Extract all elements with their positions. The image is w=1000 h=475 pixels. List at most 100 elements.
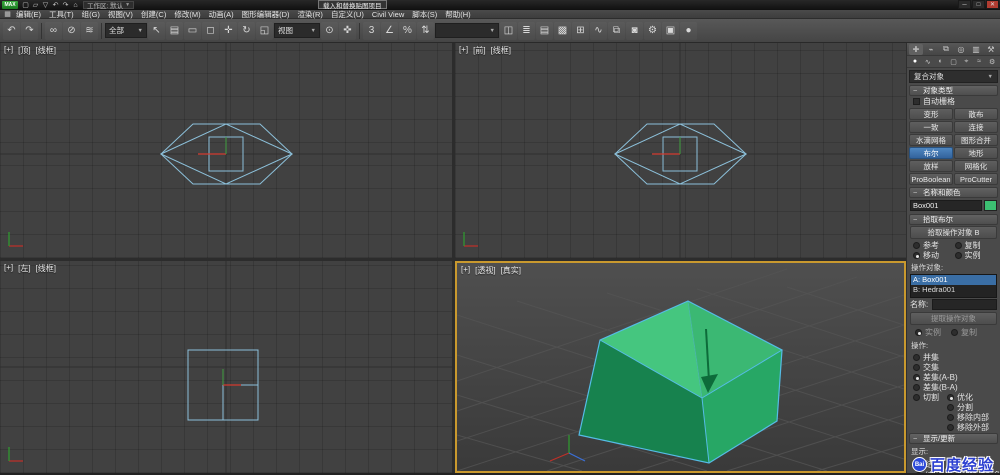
- menu-item[interactable]: 动画(A): [205, 10, 238, 19]
- subtraction-ba-radio[interactable]: 差集(B-A): [913, 382, 994, 392]
- menu-item[interactable]: 修改(M): [170, 10, 204, 19]
- align-icon[interactable]: ≣: [518, 22, 535, 40]
- viewport-menu-shading[interactable]: [线框]: [36, 263, 56, 274]
- save-file-icon[interactable]: ▽: [41, 1, 50, 10]
- rollout-pick-boolean[interactable]: − 拾取布尔: [909, 214, 998, 225]
- selection-region-icon[interactable]: ▭: [184, 22, 201, 40]
- new-scene-icon[interactable]: ▢: [21, 1, 30, 10]
- use-pivot-center-icon[interactable]: ⊙: [321, 22, 338, 40]
- project-folder-icon[interactable]: ⌂: [71, 1, 80, 10]
- viewport-menu-shading[interactable]: [线框]: [36, 45, 56, 56]
- render-icon[interactable]: ●: [680, 22, 697, 40]
- redo-icon[interactable]: ↷: [61, 1, 70, 10]
- menu-item[interactable]: 帮助(H): [441, 10, 474, 19]
- select-and-move-icon[interactable]: ✛: [220, 22, 237, 40]
- material-editor-icon[interactable]: ◙: [626, 22, 643, 40]
- select-by-name-icon[interactable]: ▤: [166, 22, 183, 40]
- menu-item[interactable]: 自定义(U): [327, 10, 368, 19]
- category-space-warps[interactable]: ≈: [973, 58, 985, 65]
- connect-button[interactable]: 连接: [954, 121, 998, 133]
- menu-item[interactable]: 创建(C): [137, 10, 170, 19]
- tab-hierarchy[interactable]: ⧉: [939, 44, 953, 55]
- select-and-link-icon[interactable]: ∞: [45, 22, 62, 40]
- subtraction-ab-radio[interactable]: 差集(A-B): [913, 372, 994, 382]
- menu-item[interactable]: 图形编辑器(D): [238, 10, 294, 19]
- menu-item[interactable]: 视图(V): [104, 10, 137, 19]
- bind-to-space-warp-icon[interactable]: ≋: [81, 22, 98, 40]
- operands-list[interactable]: A: Box001B: Hedra001: [910, 274, 997, 298]
- reference-radio[interactable]: 参考: [913, 240, 953, 250]
- select-object-icon[interactable]: ↖: [148, 22, 165, 40]
- operand-name-input[interactable]: [932, 299, 997, 310]
- operand-a[interactable]: A: Box001: [911, 275, 996, 285]
- open-file-icon[interactable]: ▱: [31, 1, 40, 10]
- scene-explorer-icon[interactable]: ⊞: [572, 22, 589, 40]
- close-button[interactable]: ✕: [986, 0, 999, 9]
- shapemerge-button[interactable]: 图形合并: [954, 134, 998, 146]
- tab-utilities[interactable]: ⚒: [984, 44, 998, 55]
- viewport-menu-plus[interactable]: [+]: [461, 265, 470, 276]
- category-shapes[interactable]: ∿: [922, 58, 934, 66]
- select-and-scale-icon[interactable]: ◱: [256, 22, 273, 40]
- copy-radio[interactable]: 复制: [955, 240, 995, 250]
- tab-modify[interactable]: ⌁: [924, 44, 938, 55]
- morph-button[interactable]: 变形: [909, 108, 953, 120]
- viewport-perspective[interactable]: [+] [透视] [真实]: [455, 261, 906, 473]
- category-helpers[interactable]: ⌖: [960, 58, 972, 66]
- procutter-button[interactable]: ProCutter: [954, 173, 998, 185]
- rollout-display-update[interactable]: − 显示/更新: [909, 433, 998, 444]
- intersection-radio[interactable]: 交集: [913, 362, 994, 372]
- viewport-menu-shading[interactable]: [真实]: [501, 265, 521, 276]
- boolean-button[interactable]: 布尔: [909, 147, 953, 159]
- schematic-view-icon[interactable]: ⧉: [608, 22, 625, 40]
- viewport-menu-plus[interactable]: [+]: [459, 45, 468, 56]
- viewport-menu-plus[interactable]: [+]: [4, 45, 13, 56]
- spinner-snap-icon[interactable]: ⇅: [417, 22, 434, 40]
- category-geometry[interactable]: ●: [909, 58, 921, 65]
- select-and-rotate-icon[interactable]: ↻: [238, 22, 255, 40]
- menu-item[interactable]: 渲染(R): [294, 10, 327, 19]
- percent-snap-icon[interactable]: %: [399, 22, 416, 40]
- viewport-menu-view[interactable]: [透视]: [475, 265, 495, 276]
- undo-icon[interactable]: ↶: [51, 1, 60, 10]
- terrain-button[interactable]: 地形: [954, 147, 998, 159]
- conform-button[interactable]: 一致: [909, 121, 953, 133]
- blobmesh-button[interactable]: 水滴网格: [909, 134, 953, 146]
- redo-icon[interactable]: ↷: [21, 22, 38, 40]
- minimize-button[interactable]: ─: [958, 0, 971, 9]
- menu-item[interactable]: 编辑(E): [12, 10, 45, 19]
- scatter-button[interactable]: 散布: [954, 108, 998, 120]
- extract-instance-radio[interactable]: 实例: [915, 327, 941, 337]
- viewport-menu-plus[interactable]: [+]: [4, 263, 13, 274]
- reference-coordinate-combo[interactable]: 视图 ▼: [274, 23, 320, 38]
- workspace-combo[interactable]: 工作区: 默认 ▼: [83, 1, 134, 9]
- refine-radio[interactable]: 优化: [947, 392, 994, 402]
- render-setup-icon[interactable]: ⚙: [644, 22, 661, 40]
- union-radio[interactable]: 并集: [913, 352, 994, 362]
- tab-motion[interactable]: ◎: [954, 44, 968, 55]
- autogrid-checkbox[interactable]: [913, 98, 920, 105]
- mirror-icon[interactable]: ◫: [500, 22, 517, 40]
- angle-snap-icon[interactable]: ∠: [381, 22, 398, 40]
- select-and-manipulate-icon[interactable]: ✜: [339, 22, 356, 40]
- operation-cut-radio[interactable]: 切割: [913, 392, 947, 402]
- remove-inside-radio[interactable]: 移除内部: [947, 412, 994, 422]
- loft-button[interactable]: 放样: [909, 160, 953, 172]
- viewport-menu-view[interactable]: [前]: [473, 45, 485, 56]
- menu-item[interactable]: 工具(T): [45, 10, 78, 19]
- instance-radio[interactable]: 实例: [955, 250, 995, 260]
- viewport-left[interactable]: [+] [左] [线框]: [0, 261, 452, 473]
- window-crossing-icon[interactable]: ◻: [202, 22, 219, 40]
- object-color-swatch[interactable]: [984, 200, 997, 211]
- menu-item[interactable]: 组(G): [78, 10, 104, 19]
- proboolean-button[interactable]: ProBoolean: [909, 173, 953, 185]
- remove-outside-radio[interactable]: 移除外部: [947, 422, 994, 432]
- pick-operand-b-button[interactable]: 拾取操作对象 B: [910, 226, 997, 239]
- viewport-menu-shading[interactable]: [线框]: [491, 45, 511, 56]
- rollout-name-color[interactable]: − 名称和颜色: [909, 187, 998, 198]
- undo-icon[interactable]: ↶: [3, 22, 20, 40]
- layer-manager-icon[interactable]: ▤: [536, 22, 553, 40]
- unlink-selection-icon[interactable]: ⊘: [63, 22, 80, 40]
- maximize-button[interactable]: □: [972, 0, 985, 9]
- selection-filter-combo[interactable]: 全部 ▼: [105, 23, 147, 38]
